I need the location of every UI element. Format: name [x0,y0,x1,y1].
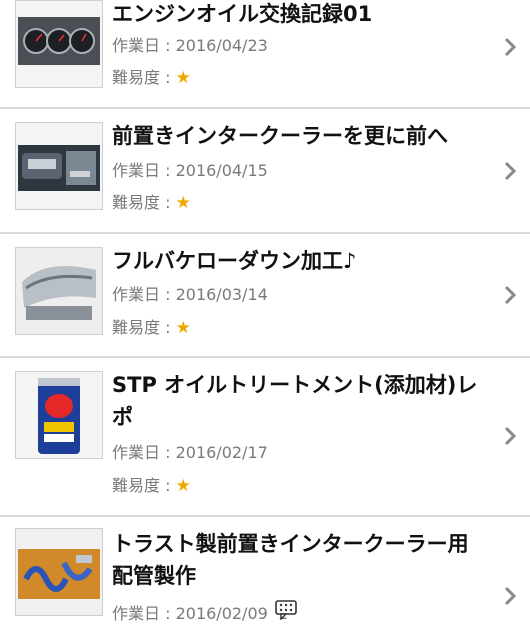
item-title-line: ポ [112,405,133,429]
chevron-right-icon [504,586,517,606]
star-icon: ★ [175,318,191,338]
thumbnail-piping [15,528,103,616]
item-date: 作業日 : 2016/02/17 [112,443,268,463]
item-date: 作業日 : 2016/04/15 [112,161,268,181]
date-value: 2016/04/23 [175,36,268,55]
date-label: 作業日 : [112,443,176,462]
date-value: 2016/02/09 [175,604,268,623]
list-item[interactable]: トラスト製前置きインタークーラー用 配管製作 作業日 : 2016/02/091 [0,517,530,635]
item-title: トラスト製前置きインタークーラー用 配管製作 [112,528,502,592]
item-title: 前置きインタークーラーを更に前へ [112,124,448,148]
item-difficulty: 難易度 : ★ [112,318,191,338]
date-label: 作業日 : [112,604,176,623]
item-date: 作業日 : 2016/02/091 [112,604,288,624]
item-difficulty: 難易度 : ★ [112,476,191,496]
difficulty-label: 難易度 : [112,193,176,212]
list-item[interactable]: 前置きインタークーラーを更に前へ 作業日 : 2016/04/15 難易度 : … [0,109,530,234]
star-icon: ★ [175,193,191,213]
difficulty-label: 難易度 : [112,68,176,87]
thumbnail-car-front [15,122,103,210]
date-label: 作業日 : [112,161,176,180]
item-title: STP オイルトリートメント(添加材)レ ポ [112,369,502,433]
thumbnail-oil-can [15,371,103,459]
chevron-right-icon [504,161,517,181]
thumbnail-seat [15,247,103,335]
item-title: フルバケローダウン加工♪ [112,249,357,273]
list-item[interactable]: STP オイルトリートメント(添加材)レ ポ 作業日 : 2016/02/17 … [0,358,530,517]
date-label: 作業日 : [112,36,176,55]
date-value: 2016/04/15 [175,161,268,180]
thumbnail-gauges [15,0,103,88]
item-title-line: STP オイルトリートメント(添加材)レ [112,373,478,397]
star-icon: ★ [175,476,191,496]
date-value: 2016/02/17 [175,443,268,462]
chevron-right-icon [504,37,517,57]
item-difficulty: 難易度 : ★ [112,68,191,88]
date-value: 2016/03/14 [175,285,268,304]
item-date: 作業日 : 2016/03/14 [112,285,268,305]
item-title-line: 配管製作 [112,564,196,588]
list-item[interactable]: エンジンオイル交換記録01 作業日 : 2016/04/23 難易度 : ★ [0,0,530,109]
item-title: エンジンオイル交換記録01 [112,2,373,26]
chevron-right-icon [504,285,517,305]
item-difficulty: 難易度 : ★ [112,193,191,213]
date-label: 作業日 : [112,285,176,304]
star-icon: ★ [175,68,191,88]
difficulty-label: 難易度 : [112,476,176,495]
item-title-line: トラスト製前置きインタークーラー用 [112,532,469,556]
list-item[interactable]: フルバケローダウン加工♪ 作業日 : 2016/03/14 難易度 : ★ [0,234,530,358]
difficulty-label: 難易度 : [112,318,176,337]
item-date: 作業日 : 2016/04/23 [112,36,268,56]
chevron-right-icon [504,426,517,446]
comment-icon[interactable] [275,600,297,620]
